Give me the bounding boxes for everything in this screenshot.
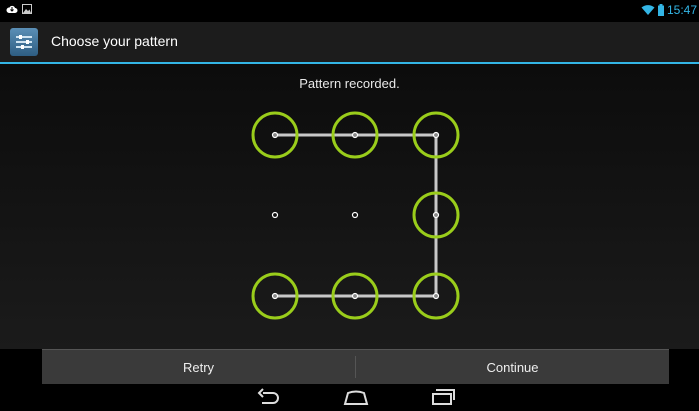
pattern-grid[interactable]	[0, 64, 699, 349]
home-icon[interactable]	[342, 388, 370, 406]
cloud-icon	[6, 5, 18, 13]
battery-icon	[657, 4, 664, 16]
button-bar: Retry Continue	[42, 349, 669, 384]
pattern-dot-5[interactable]	[351, 211, 359, 219]
image-icon	[22, 4, 32, 14]
back-icon[interactable]	[256, 388, 282, 406]
settings-icon[interactable]	[10, 28, 38, 56]
recents-icon[interactable]	[430, 388, 456, 406]
status-bar: 15:47	[0, 0, 699, 22]
nav-bar	[0, 384, 699, 411]
status-time: 15:47	[666, 3, 697, 17]
pattern-content: Pattern recorded.	[0, 64, 699, 349]
action-bar: Choose your pattern	[0, 22, 699, 64]
wifi-icon	[641, 5, 655, 15]
page-title: Choose your pattern	[51, 33, 178, 49]
pattern-dot-4[interactable]	[271, 211, 279, 219]
retry-button[interactable]: Retry	[42, 350, 355, 384]
continue-button[interactable]: Continue	[356, 350, 669, 384]
